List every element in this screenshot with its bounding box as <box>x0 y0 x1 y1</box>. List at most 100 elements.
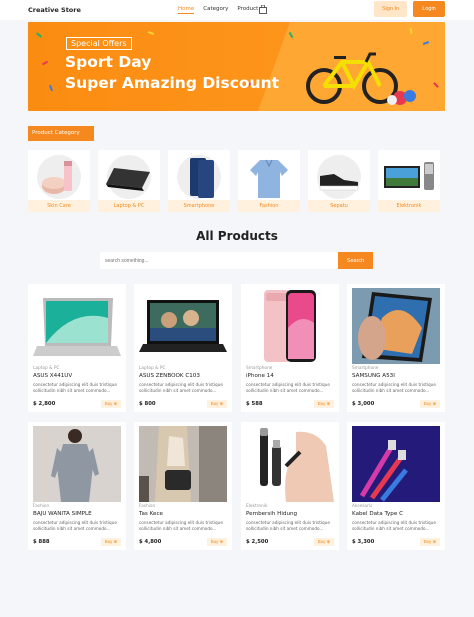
category-label: Elektronik <box>378 200 440 212</box>
category-laptop-pc[interactable]: Laptop & PC <box>98 150 160 212</box>
hero-banner[interactable]: Special Offers Sport Day Super Amazing D… <box>28 22 445 111</box>
product-name[interactable]: BAJU WANITA SIMPLE <box>33 511 92 517</box>
product-description: consectetur adipiscing elit duis tristiq… <box>139 520 223 531</box>
product-name[interactable]: Pembersih Hidung <box>246 511 297 517</box>
cart-icon: ⊕ <box>432 539 437 544</box>
cart-icon: ⊕ <box>326 539 331 544</box>
product-category: Fashion <box>139 504 156 509</box>
product-price: $ 588 <box>246 401 263 407</box>
category-fashion[interactable]: Fashion <box>238 150 300 212</box>
product-category: Laptop & PC <box>33 366 60 371</box>
category-list: Skin Care Laptop & PC Smartphone Fashion… <box>28 150 445 212</box>
buy-button[interactable]: Buy ⊕ <box>420 400 440 408</box>
brand-logo[interactable]: Creative Store <box>28 6 81 14</box>
category-skin-care[interactable]: Skin Care <box>28 150 90 212</box>
product-card[interactable]: Laptop & PC ASUS ZENBOOK C103 consectetu… <box>134 284 232 412</box>
login-button[interactable]: Login <box>413 1 445 17</box>
buy-button[interactable]: Buy ⊕ <box>314 400 334 408</box>
product-name[interactable]: Kabel Data Type C <box>352 511 403 517</box>
buy-button[interactable]: Buy ⊕ <box>207 538 227 546</box>
bicycle-icon <box>306 52 416 105</box>
product-category: Fashion <box>33 504 50 509</box>
buy-label: Buy <box>104 539 113 544</box>
search-button[interactable]: Search <box>338 252 373 269</box>
product-category: Smartphone <box>352 366 379 371</box>
product-name[interactable]: Tas Kece <box>139 511 163 517</box>
category-label: Skin Care <box>28 200 90 212</box>
nav-home[interactable]: Home <box>178 6 195 14</box>
category-label: Laptop & PC <box>98 200 160 212</box>
product-name[interactable]: ASUS ZENBOOK C103 <box>139 373 200 379</box>
special-offers-tag: Special Offers <box>66 37 132 50</box>
product-image <box>246 288 334 364</box>
product-image <box>33 288 121 364</box>
product-card[interactable]: Fashion Tas Kece consectetur adipiscing … <box>134 422 232 550</box>
skin-care-icon <box>42 161 72 194</box>
sign-in-button[interactable]: Sign In <box>374 1 407 17</box>
shopping-bag-icon[interactable] <box>259 5 267 14</box>
shoe-icon <box>319 174 359 191</box>
product-card[interactable]: Laptop & PC ASUS X441UV consectetur adip… <box>28 284 126 412</box>
category-elektronik[interactable]: Elektronik <box>378 150 440 212</box>
buy-label: Buy <box>210 539 219 544</box>
product-card[interactable]: Aksesoris Kabel Data Type C consectetur … <box>347 422 445 550</box>
product-image <box>352 288 440 364</box>
product-category: Laptop & PC <box>139 366 166 371</box>
product-category: Elektronik <box>246 504 268 509</box>
product-category: Smartphone <box>246 366 273 371</box>
product-price: $ 3,300 <box>352 539 375 545</box>
confetti <box>36 32 42 38</box>
buy-label: Buy <box>317 539 326 544</box>
buy-label: Buy <box>317 401 326 406</box>
cart-icon: ⊕ <box>432 401 437 406</box>
product-card[interactable]: Elektronik Pembersih Hidung consectetur … <box>241 422 339 550</box>
product-description: consectetur adipiscing elit duis tristiq… <box>246 520 330 531</box>
product-name[interactable]: iPhone 14 <box>246 373 274 379</box>
product-description: consectetur adipiscing elit duis tristiq… <box>352 382 436 393</box>
product-card[interactable]: Smartphone SAMSUNG A53I consectetur adip… <box>347 284 445 412</box>
smartphone-icon <box>190 158 214 198</box>
product-card[interactable]: Smartphone iPhone 14 consectetur adipisc… <box>241 284 339 412</box>
tv-icon <box>384 162 434 190</box>
search-input[interactable] <box>100 252 338 269</box>
confetti <box>49 84 53 92</box>
cart-icon: ⊕ <box>326 401 331 406</box>
shirt-icon <box>250 159 288 198</box>
cart-icon: ⊕ <box>113 401 118 406</box>
product-name[interactable]: ASUS X441UV <box>33 373 72 379</box>
product-price: $ 2,500 <box>246 539 269 545</box>
nav-category[interactable]: Category <box>203 6 228 12</box>
buy-button[interactable]: Buy ⊕ <box>101 400 121 408</box>
product-price: $ 3,000 <box>352 401 375 407</box>
product-price: $ 4,800 <box>139 539 162 545</box>
product-name[interactable]: SAMSUNG A53I <box>352 373 395 379</box>
confetti <box>147 31 155 35</box>
product-description: consectetur adipiscing elit duis tristiq… <box>33 520 117 531</box>
hero-title: Sport Day <box>65 53 152 71</box>
cart-icon: ⊕ <box>219 539 224 544</box>
product-image <box>139 426 227 502</box>
nav-product[interactable]: Product <box>237 6 258 12</box>
category-smartphone[interactable]: Smartphone <box>168 150 230 212</box>
buy-label: Buy <box>104 401 113 406</box>
cart-icon: ⊕ <box>113 539 118 544</box>
buy-button[interactable]: Buy ⊕ <box>101 538 121 546</box>
buy-button[interactable]: Buy ⊕ <box>420 538 440 546</box>
category-label: Smartphone <box>168 200 230 212</box>
product-description: consectetur adipiscing elit duis tristiq… <box>246 382 330 393</box>
product-image <box>246 426 334 502</box>
category-sepatu[interactable]: Sepatu <box>308 150 370 212</box>
product-image <box>352 426 440 502</box>
product-description: consectetur adipiscing elit duis tristiq… <box>352 520 436 531</box>
product-image <box>33 426 121 502</box>
buy-label: Buy <box>423 401 432 406</box>
hero-subtitle: Super Amazing Discount <box>65 74 280 92</box>
top-navbar: Creative Store Home Category Product Sig… <box>0 0 474 20</box>
buy-button[interactable]: Buy ⊕ <box>207 400 227 408</box>
product-category: Aksesoris <box>352 504 373 509</box>
laptop-icon <box>106 168 150 191</box>
category-section-label: Product Category <box>28 126 94 141</box>
buy-label: Buy <box>210 401 219 406</box>
buy-button[interactable]: Buy ⊕ <box>314 538 334 546</box>
product-card[interactable]: Fashion BAJU WANITA SIMPLE consectetur a… <box>28 422 126 550</box>
